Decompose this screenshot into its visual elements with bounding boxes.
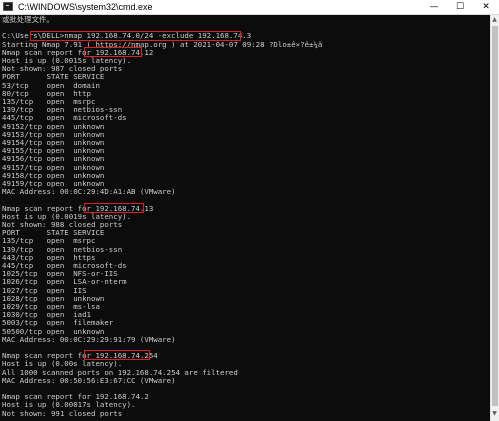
console-line: Not shown: 991 closed ports xyxy=(2,408,123,418)
highlight-box-ip-254 xyxy=(84,350,150,360)
cmd-app-icon xyxy=(3,2,13,11)
cmd-window: C:\WINDOWS\system32\cmd.exe — ☐ ✕ 或批处理文件… xyxy=(0,0,499,421)
console-line: 或批处理文件。 xyxy=(2,15,54,24)
scroll-up-arrow-icon[interactable]: ▲ xyxy=(490,16,499,24)
minimize-button[interactable]: — xyxy=(421,0,447,14)
scrollbar-thumb[interactable] xyxy=(492,26,498,406)
window-title: C:\WINDOWS\system32\cmd.exe xyxy=(18,2,153,12)
console-line: MAC Address: 00:0C:29:29:91:79 (VMware) xyxy=(2,334,176,344)
maximize-button[interactable]: ☐ xyxy=(447,0,473,14)
console-line: MAC Address: 00:50:56:E3:67:CC (VMware) xyxy=(2,375,176,385)
highlight-box-ip-12 xyxy=(84,47,142,57)
close-button[interactable]: ✕ xyxy=(473,0,499,14)
console-output[interactable]: 或批处理文件。 C:\Users\DELL>nmap 192.168.74.0/2… xyxy=(0,15,490,421)
highlight-box-command xyxy=(30,31,241,41)
highlight-box-ip-13 xyxy=(84,203,144,213)
console-line: MAC Address: 00:0C:29:4D:A1:AB (VMware) xyxy=(2,187,176,197)
scroll-down-arrow-icon[interactable]: ▼ xyxy=(490,410,499,418)
title-bar[interactable]: C:\WINDOWS\system32\cmd.exe — ☐ ✕ xyxy=(0,0,499,15)
